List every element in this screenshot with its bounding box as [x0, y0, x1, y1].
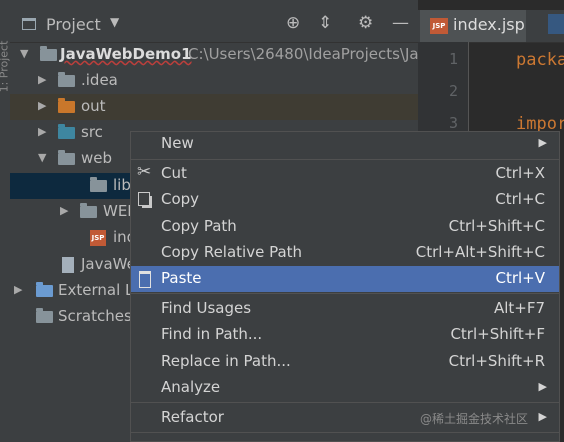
- tree-label-iml: JavaWe: [81, 255, 136, 273]
- menu-label: Analyze: [161, 378, 221, 396]
- tree-label-external: External L: [58, 281, 134, 299]
- menu-item-new[interactable]: New ▶: [131, 131, 559, 157]
- chevron-right-icon[interactable]: ▶: [38, 73, 46, 86]
- tree-label-out: out: [81, 97, 106, 115]
- menu-item-find-usages[interactable]: Find Usages Alt+F7: [131, 296, 559, 322]
- libraries-icon: [36, 282, 53, 297]
- folder-icon: [90, 177, 107, 192]
- tree-label-lib: lib: [113, 176, 131, 194]
- jsp-file-icon: JSP: [90, 230, 106, 246]
- tree-label-idea: .idea: [81, 71, 118, 89]
- menu-separator: [131, 402, 559, 403]
- menu-label: Copy Relative Path: [161, 243, 303, 261]
- menu-label: Copy Path: [161, 217, 237, 235]
- chevron-right-icon[interactable]: ▶: [38, 99, 46, 112]
- code-line[interactable]: packa: [516, 50, 564, 70]
- tree-label-scratches: Scratches: [58, 307, 132, 325]
- menu-label: Cut: [161, 164, 187, 182]
- menu-shortcut: Ctrl+X: [495, 164, 545, 182]
- watermark: @稀土掘金技术社区: [420, 412, 529, 426]
- menu-shortcut: Ctrl+Shift+R: [448, 352, 545, 370]
- tab-label[interactable]: index.jsp: [453, 15, 525, 34]
- tree-row-out[interactable]: ▶ out: [10, 94, 418, 120]
- paste-icon: [139, 271, 151, 288]
- chevron-right-icon[interactable]: ▶: [60, 204, 68, 217]
- menu-item-copy-relative-path[interactable]: Copy Relative Path Ctrl+Alt+Shift+C: [131, 240, 559, 266]
- next-tab-stub[interactable]: [548, 14, 564, 34]
- module-folder-icon: [40, 46, 57, 61]
- tree-label-web: web: [81, 149, 113, 167]
- jsp-file-icon: JSP: [430, 18, 448, 34]
- submenu-arrow-icon: ▶: [538, 410, 547, 423]
- project-panel-title[interactable]: Project: [46, 15, 101, 34]
- scissors-icon: ✂: [137, 162, 152, 182]
- menu-item-replace-in-path[interactable]: Replace in Path... Ctrl+Shift+R: [131, 349, 559, 375]
- chevron-down-icon[interactable]: ▼: [38, 151, 46, 164]
- menu-shortcut: Ctrl+Shift+F: [450, 325, 545, 343]
- line-number: 1: [448, 50, 458, 68]
- web-folder-icon: [58, 150, 75, 165]
- menu-shortcut: Ctrl+Alt+Shift+C: [415, 243, 545, 261]
- line-number: 3: [448, 114, 458, 132]
- menu-label: Copy: [161, 190, 200, 208]
- menu-item-paste[interactable]: Paste Ctrl+V: [131, 266, 559, 292]
- menu-separator: [131, 432, 559, 433]
- submenu-arrow-icon: ▶: [538, 380, 547, 393]
- menu-label: Find Usages: [161, 299, 252, 317]
- locate-icon[interactable]: ⊕: [286, 13, 300, 33]
- scratches-icon: [36, 308, 53, 323]
- menu-shortcut: Ctrl+V: [495, 269, 545, 287]
- module-file-icon: [62, 257, 74, 273]
- menu-item-cut[interactable]: ✂ Cut Ctrl+X: [131, 161, 559, 187]
- menu-item-analyze[interactable]: Analyze ▶: [131, 375, 559, 401]
- excluded-folder-icon: [58, 98, 75, 113]
- chevron-down-icon[interactable]: ▼: [110, 15, 119, 29]
- project-window-icon: [22, 18, 36, 30]
- gear-icon[interactable]: ⚙: [358, 13, 373, 33]
- project-path: C:\Users\26480\IdeaProjects\Jav: [188, 45, 428, 63]
- tree-label-project: JavaWebDemo1: [60, 45, 192, 63]
- folder-icon: [80, 203, 97, 218]
- menu-shortcut: Ctrl+C: [495, 190, 545, 208]
- menu-item-find-in-path[interactable]: Find in Path... Ctrl+Shift+F: [131, 322, 559, 348]
- menu-item-copy[interactable]: Copy Ctrl+C: [131, 187, 559, 213]
- minimize-icon[interactable]: —: [392, 13, 409, 33]
- line-number: 2: [448, 82, 458, 100]
- menu-label: Find in Path...: [161, 325, 263, 343]
- submenu-arrow-icon: ▶: [538, 136, 547, 149]
- copy-icon: [138, 192, 150, 206]
- menu-separator: [131, 293, 559, 294]
- tree-row-idea[interactable]: ▶ .idea: [10, 68, 418, 94]
- menu-label: New: [161, 134, 194, 152]
- menu-shortcut: Ctrl+Shift+C: [448, 217, 545, 235]
- tree-label-src: src: [81, 123, 103, 141]
- chevron-down-icon[interactable]: ▼: [20, 47, 28, 60]
- chevron-right-icon[interactable]: ▶: [38, 125, 46, 138]
- menu-item-copy-path[interactable]: Copy Path Ctrl+Shift+C: [131, 214, 559, 240]
- menu-label: Replace in Path...: [161, 352, 291, 370]
- menu-label: Refactor: [161, 408, 224, 426]
- chevron-right-icon[interactable]: ▶: [14, 283, 22, 296]
- collapse-icon[interactable]: ⇕: [318, 13, 332, 33]
- menu-shortcut: Alt+F7: [493, 299, 545, 317]
- tree-row-project-root[interactable]: ▼ JavaWebDemo1 C:\Users\26480\IdeaProjec…: [10, 42, 427, 68]
- source-folder-icon: [58, 124, 75, 139]
- menu-label: Paste: [161, 269, 202, 287]
- project-tool-label[interactable]: 1: Project: [0, 41, 10, 93]
- menu-separator: [131, 159, 559, 160]
- folder-icon: [58, 72, 75, 87]
